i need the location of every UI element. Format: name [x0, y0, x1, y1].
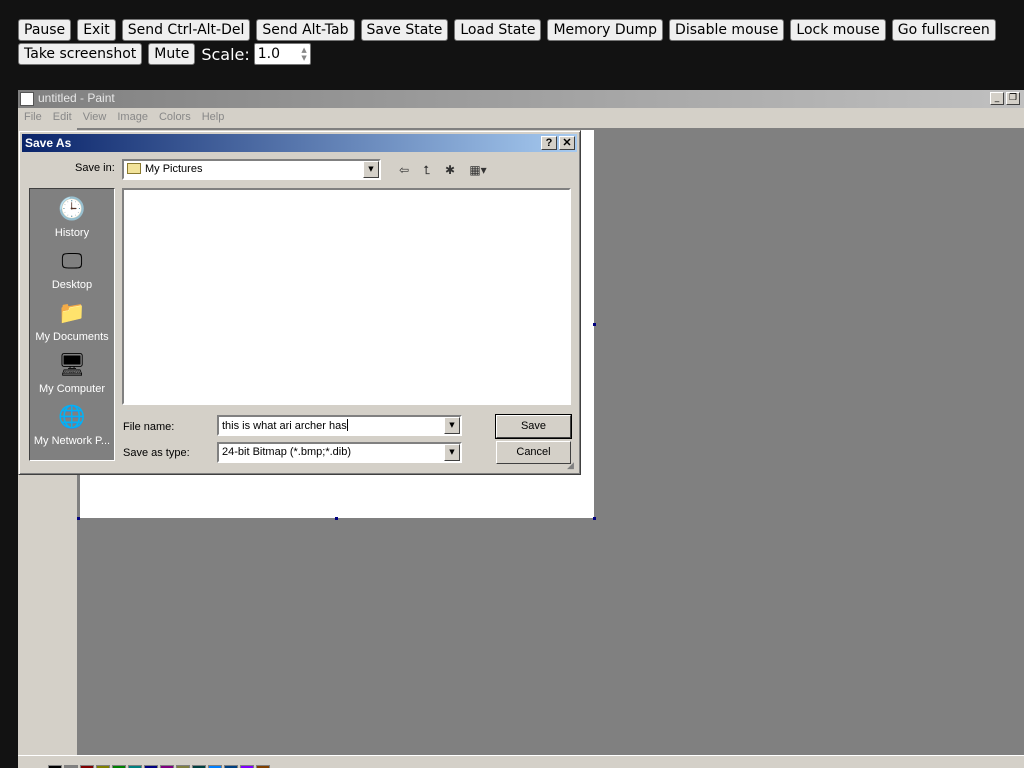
- menu-view[interactable]: View: [77, 108, 112, 128]
- my-documents-icon: 📁: [58, 301, 86, 326]
- color-palette: [18, 755, 1024, 768]
- help-icon[interactable]: ?: [541, 136, 557, 150]
- pause-button[interactable]: Pause: [18, 19, 72, 41]
- load-state-button[interactable]: Load State: [454, 19, 542, 41]
- canvas-resize-handle[interactable]: [593, 517, 596, 520]
- view-menu-icon[interactable]: ▦▾: [465, 161, 491, 179]
- place-network[interactable]: 🌐 My Network P...: [30, 399, 114, 451]
- canvas-resize-handle[interactable]: [593, 323, 596, 326]
- spinner-arrows-icon[interactable]: ▲ ▼: [301, 46, 306, 62]
- file-name-label: File name:: [123, 421, 175, 433]
- chevron-down-icon[interactable]: ▼: [444, 417, 460, 434]
- scale-value: 1.0: [257, 46, 281, 62]
- emulator-toolbar-row-1: Pause Exit Send Ctrl-Alt-Del Send Alt-Ta…: [18, 19, 1018, 41]
- cancel-button[interactable]: Cancel: [496, 441, 571, 464]
- canvas-resize-handle[interactable]: [335, 517, 338, 520]
- menu-help[interactable]: Help: [196, 108, 230, 128]
- resize-grip-icon[interactable]: ◢: [567, 461, 578, 472]
- canvas-resize-handle[interactable]: [77, 517, 80, 520]
- desktop-icon: 🖵: [61, 249, 83, 274]
- dialog-title-bar: Save As ? ✕: [22, 134, 577, 152]
- take-screenshot-button[interactable]: Take screenshot: [18, 43, 143, 65]
- minimize-icon[interactable]: _: [990, 92, 1004, 105]
- place-history[interactable]: 🕒 History: [30, 191, 114, 243]
- place-label: History: [54, 227, 90, 239]
- file-name-value: this is what ari archer has: [222, 420, 347, 432]
- save-as-type-label: Save as type:: [123, 447, 190, 459]
- place-label: My Computer: [38, 383, 106, 395]
- back-arrow-icon[interactable]: ⇦: [394, 161, 414, 179]
- paint-app-icon: [20, 92, 34, 106]
- restore-icon[interactable]: ❐: [1006, 92, 1020, 105]
- go-fullscreen-button[interactable]: Go fullscreen: [891, 19, 996, 41]
- paint-menu-bar: File Edit View Image Colors Help: [18, 108, 1024, 128]
- lock-mouse-button[interactable]: Lock mouse: [790, 19, 886, 41]
- menu-edit[interactable]: Edit: [47, 108, 77, 128]
- save-in-label: Save in:: [75, 162, 115, 174]
- save-in-value: My Pictures: [127, 163, 202, 175]
- close-icon[interactable]: ✕: [559, 136, 575, 150]
- scale-label: Scale:: [201, 44, 250, 64]
- send-ctrl-alt-del-button[interactable]: Send Ctrl-Alt-Del: [121, 19, 251, 41]
- scale-input[interactable]: 1.0 ▲ ▼: [253, 43, 311, 65]
- up-folder-icon[interactable]: ⮤: [417, 161, 437, 179]
- save-as-type-dropdown[interactable]: 24-bit Bitmap (*.bmp;*.dib) ▼: [217, 442, 462, 463]
- chevron-down-icon[interactable]: ▼: [444, 444, 460, 461]
- dialog-title: Save As: [25, 136, 72, 150]
- save-as-dialog: Save As ? ✕ Save in: My Pictures ▼ ⇦ ⮤ ✱…: [18, 130, 581, 475]
- folder-icon: [127, 163, 141, 174]
- emulator-toolbar: Pause Exit Send Ctrl-Alt-Del Send Alt-Ta…: [18, 19, 1018, 67]
- exit-button[interactable]: Exit: [77, 19, 116, 41]
- place-label: Desktop: [51, 279, 93, 291]
- network-places-icon: 🌐: [58, 405, 86, 430]
- place-my-computer[interactable]: 🖥 My Computer: [30, 347, 114, 399]
- place-label: My Network P...: [33, 435, 111, 447]
- save-button[interactable]: Save: [495, 414, 572, 439]
- chevron-down-icon[interactable]: ▼: [363, 161, 379, 178]
- history-icon: 🕒: [58, 197, 86, 222]
- my-computer-icon: 🖥: [58, 353, 86, 378]
- mute-button[interactable]: Mute: [148, 43, 196, 65]
- save-in-dropdown[interactable]: My Pictures ▼: [122, 159, 381, 180]
- disable-mouse-button[interactable]: Disable mouse: [669, 19, 785, 41]
- paint-title-bar: untitled - Paint _ ❐: [18, 90, 1024, 108]
- save-state-button[interactable]: Save State: [360, 19, 449, 41]
- file-list[interactable]: [122, 188, 571, 405]
- menu-file[interactable]: File: [18, 108, 47, 128]
- send-alt-tab-button[interactable]: Send Alt-Tab: [256, 19, 355, 41]
- paint-window-title: untitled - Paint: [38, 91, 115, 105]
- place-my-documents[interactable]: 📁 My Documents: [30, 295, 114, 347]
- emulator-toolbar-row-2: Take screenshot Mute Scale: 1.0 ▲ ▼: [18, 43, 1018, 65]
- save-as-type-value: 24-bit Bitmap (*.bmp;*.dib): [222, 446, 351, 458]
- file-name-value-wrap: this is what ari archer has: [222, 419, 348, 432]
- menu-colors[interactable]: Colors: [153, 108, 196, 128]
- places-bar: 🕒 History 🖵 Desktop 📁 My Documents 🖥 My …: [29, 188, 115, 461]
- memory-dump-button[interactable]: Memory Dump: [547, 19, 664, 41]
- place-label: My Documents: [35, 331, 109, 343]
- menu-image[interactable]: Image: [111, 108, 153, 128]
- new-folder-icon[interactable]: ✱: [440, 161, 460, 179]
- text-caret: [346, 419, 348, 431]
- place-desktop[interactable]: 🖵 Desktop: [30, 243, 114, 295]
- file-name-input[interactable]: this is what ari archer has ▼: [217, 415, 462, 436]
- save-in-text: My Pictures: [145, 163, 203, 175]
